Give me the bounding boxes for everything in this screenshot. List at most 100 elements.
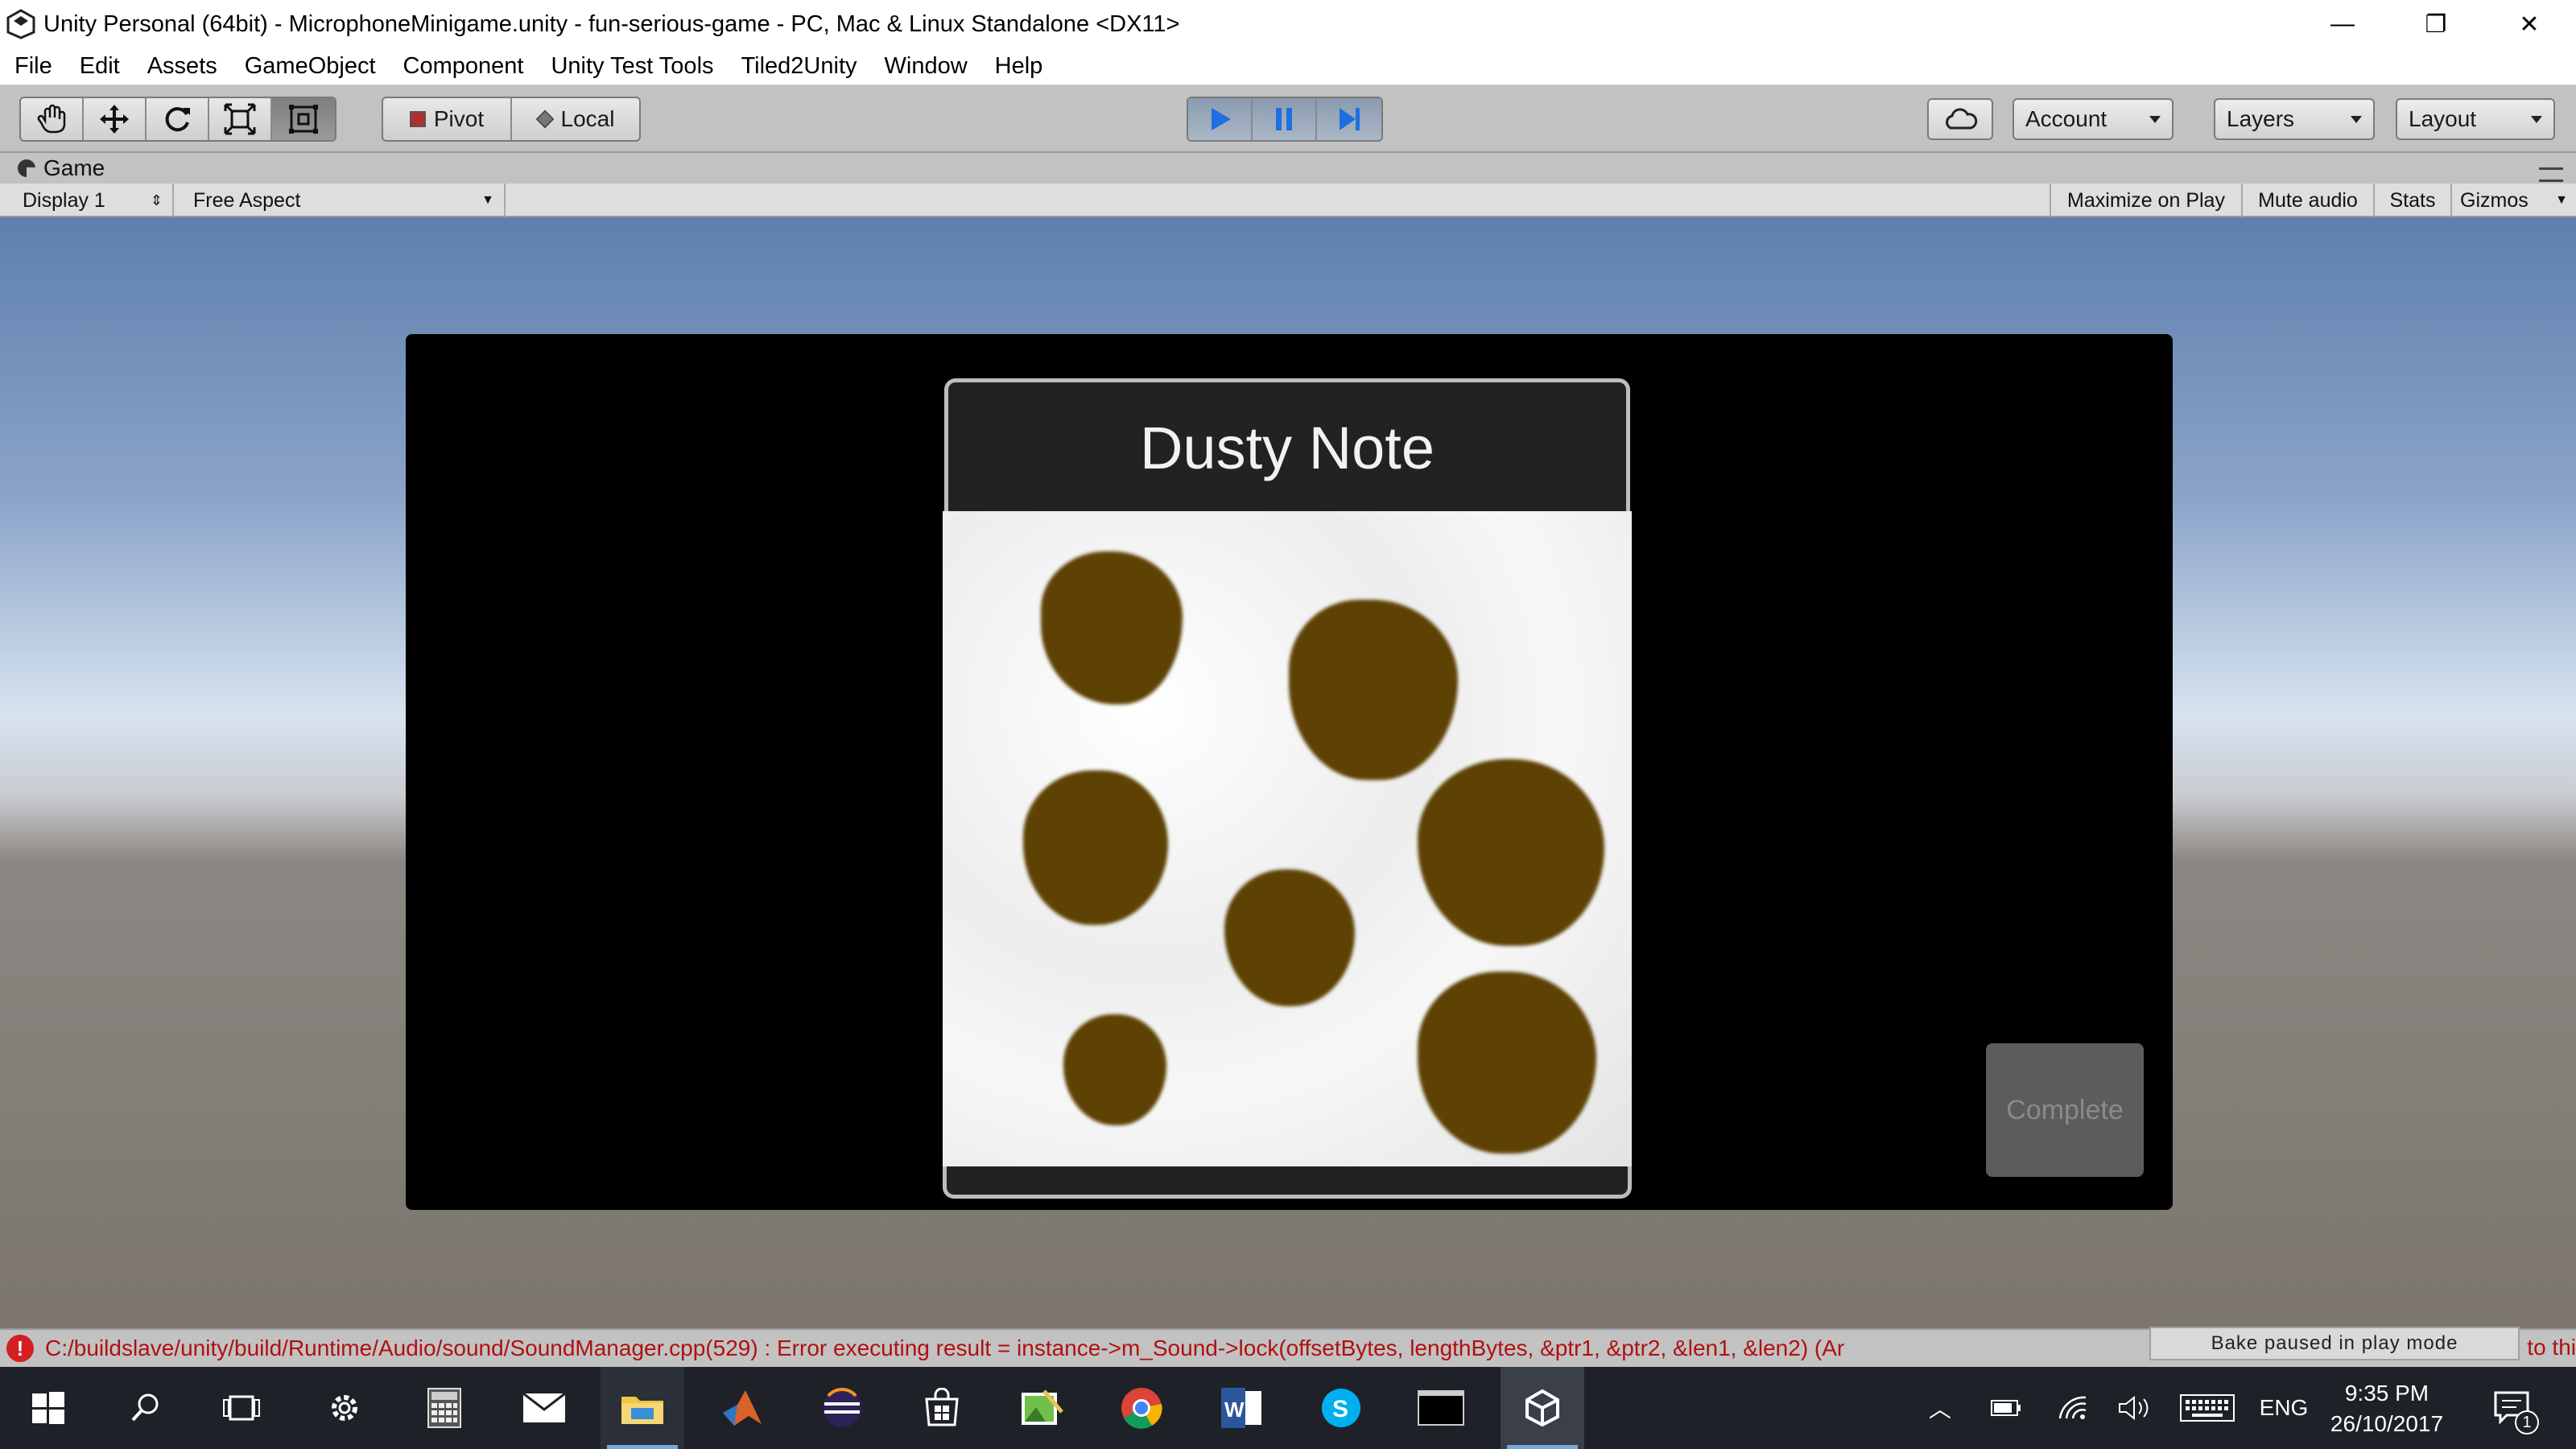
note-paper[interactable] [943,511,1632,1166]
rotate-tool-button[interactable] [147,98,209,140]
store-icon [925,1388,959,1426]
window-title: Unity Personal (64bit) - MicrophoneMinig… [43,10,1180,37]
photos-app-button[interactable] [1000,1367,1084,1449]
maximize-on-play-label: Maximize on Play [2067,188,2225,212]
menu-assets[interactable]: Assets [147,53,217,80]
cloud-icon [1946,108,1978,130]
mail-app-button[interactable] [502,1367,586,1449]
layout-dropdown[interactable]: Layout [2396,98,2555,140]
action-center-button[interactable]: 1 [2484,1367,2541,1449]
menu-component[interactable]: Component [403,53,524,80]
complete-label: Complete [2006,1094,2124,1125]
settings-app-button[interactable] [303,1367,386,1449]
window-title-bar: Unity Personal (64bit) - MicrophoneMinig… [0,0,2576,48]
playback-controls [1187,97,1383,142]
local-label: Local [560,106,615,131]
chrome-app-button[interactable] [1100,1367,1183,1449]
dust-blob[interactable] [1289,600,1458,780]
menu-window[interactable]: Window [885,53,968,80]
minimize-button[interactable]: — [2296,0,2389,48]
matlab-app-button[interactable] [700,1367,784,1449]
maximize-on-play-toggle[interactable]: Maximize on Play [2050,184,2241,217]
photos-icon [1022,1389,1063,1425]
battery-icon [1991,1400,2021,1416]
dust-blob[interactable] [1063,1014,1166,1125]
display-dropdown[interactable]: Display 1 ⇕ [13,184,174,217]
menu-edit[interactable]: Edit [80,53,120,80]
complete-button[interactable]: Complete [1986,1043,2144,1177]
menu-bar: File Edit Assets GameObject Component Un… [0,48,2576,85]
panel-menu-icon[interactable] [2539,167,2563,182]
wifi-indicator[interactable] [2053,1367,2093,1449]
tab-game[interactable]: Game [18,155,105,181]
battery-indicator[interactable] [1987,1367,2027,1449]
input-language-button[interactable]: ENG [2256,1367,2312,1449]
chevron-down-icon: ▼ [2555,193,2568,207]
dust-blob[interactable] [1418,972,1596,1154]
mail-icon [522,1392,566,1422]
matlab-icon [723,1390,762,1426]
menu-help[interactable]: Help [995,53,1043,80]
menu-unity-test-tools[interactable]: Unity Test Tools [551,53,713,80]
skype-app-button[interactable]: S [1299,1367,1383,1449]
dust-blob[interactable] [1023,770,1168,925]
collab-cloud-button[interactable] [1927,98,1993,140]
volume-indicator[interactable] [2116,1367,2156,1449]
eclipse-app-button[interactable] [800,1367,884,1449]
pause-button[interactable] [1253,98,1317,140]
layers-label: Layers [2227,106,2295,131]
account-dropdown[interactable]: Account [2013,98,2174,140]
layers-dropdown[interactable]: Layers [2214,98,2375,140]
windows-taskbar: W S ︿ ENG 9:35 PM 26/10/2017 1 [0,1367,2576,1449]
chevron-down-icon: ▼ [481,193,494,207]
search-icon [131,1393,159,1422]
rect-tool-icon [289,105,318,134]
touch-keyboard-button[interactable] [2177,1367,2238,1449]
dust-blob[interactable] [1224,869,1355,1006]
scale-tool-button[interactable] [209,98,272,140]
wifi-icon [2058,1396,2087,1419]
aspect-label: Free Aspect [193,188,301,212]
note-header: Dusty Note [944,378,1630,514]
rotate-icon [165,107,190,132]
terminal-app-button[interactable] [1399,1367,1483,1449]
menu-tiled2unity[interactable]: Tiled2Unity [741,53,857,80]
account-label: Account [2025,106,2107,131]
close-button[interactable]: ✕ [2483,0,2576,48]
dust-blob[interactable] [1418,759,1604,946]
start-button[interactable] [6,1367,90,1449]
dust-blob[interactable] [1041,551,1183,704]
move-tool-button[interactable] [84,98,147,140]
step-button[interactable] [1317,98,1381,140]
calculator-app-button[interactable] [402,1367,486,1449]
word-icon: W [1221,1388,1261,1428]
gizmos-dropdown[interactable]: Gizmos ▼ [2450,184,2576,217]
play-button[interactable] [1188,98,1253,140]
gizmos-label: Gizmos [2460,188,2529,212]
stats-toggle[interactable]: Stats [2373,184,2450,217]
pivot-toggle-button[interactable]: Pivot [383,98,512,140]
aspect-dropdown[interactable]: Free Aspect ▼ [184,184,506,217]
restore-button[interactable]: ❐ [2389,0,2483,48]
rect-tool-button[interactable] [272,98,335,140]
mute-audio-toggle[interactable]: Mute audio [2241,184,2373,217]
word-app-button[interactable]: W [1199,1367,1283,1449]
menu-file[interactable]: File [14,53,52,80]
unity-app-button[interactable] [1501,1367,1584,1449]
local-cube-icon [535,109,554,129]
display-label: Display 1 [23,188,105,212]
chevron-up-icon: ︿ [1928,1397,1951,1422]
show-hidden-icons-button[interactable]: ︿ [1916,1367,1964,1449]
search-button[interactable] [103,1367,187,1449]
stats-label: Stats [2389,188,2436,212]
taskbar-clock[interactable]: 9:35 PM 26/10/2017 [2310,1378,2463,1439]
task-view-button[interactable] [200,1367,283,1449]
main-toolbar: Pivot Local Account Layers Layout [0,85,2576,153]
hand-tool-button[interactable] [21,98,84,140]
bake-status-text: Bake paused in play mode [2211,1332,2458,1354]
file-explorer-app-button[interactable] [601,1367,684,1449]
menu-gameobject[interactable]: GameObject [245,53,376,80]
local-toggle-button[interactable]: Local [512,98,639,140]
store-app-button[interactable] [900,1367,984,1449]
calculator-icon [427,1388,461,1428]
